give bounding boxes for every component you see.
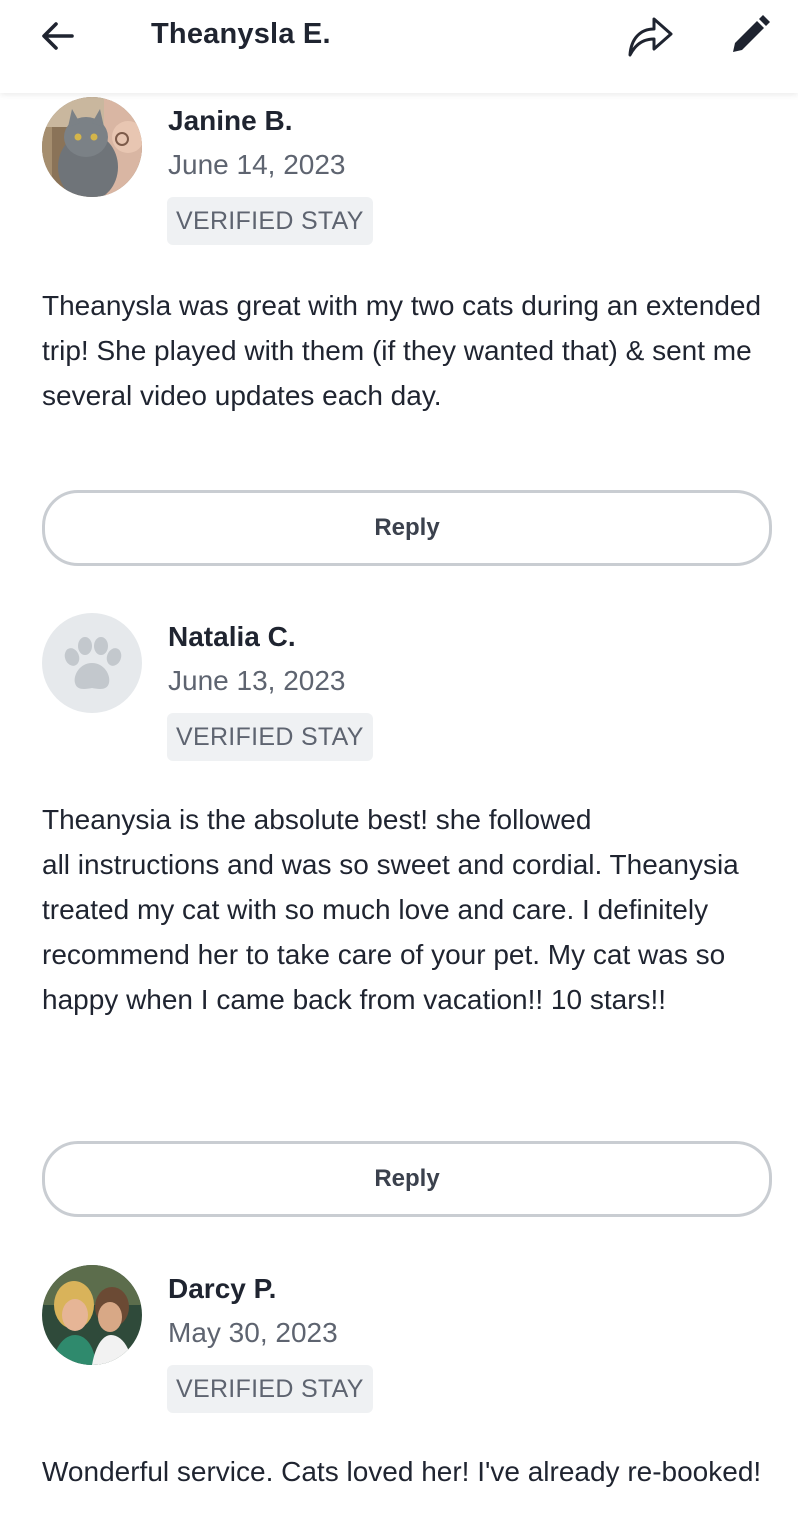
back-button[interactable] bbox=[36, 16, 80, 56]
arrow-left-icon bbox=[42, 22, 74, 50]
pencil-icon bbox=[733, 15, 770, 52]
paw-icon bbox=[64, 637, 122, 689]
review-card: Natalia C. June 13, 2023 VERIFIED STAY T… bbox=[0, 613, 798, 1223]
review-card: Darcy P. May 30, 2023 VERIFIED STAY Wond… bbox=[0, 1265, 798, 1536]
review-date: June 14, 2023 bbox=[168, 149, 346, 180]
top-app-bar: Theanysla E. bbox=[0, 0, 798, 93]
avatar bbox=[42, 613, 142, 713]
review-text: Theanysla was great with my two cats dur… bbox=[42, 290, 762, 411]
avatar bbox=[42, 1265, 142, 1365]
verified-stay-badge: VERIFIED STAY bbox=[167, 713, 373, 761]
reviewer-name: Janine B. bbox=[168, 105, 293, 136]
verified-stay-badge: VERIFIED STAY bbox=[167, 197, 373, 245]
share-icon bbox=[628, 17, 673, 57]
edit-button[interactable] bbox=[726, 12, 774, 58]
share-button[interactable] bbox=[622, 10, 678, 60]
review-date: June 13, 2023 bbox=[168, 665, 346, 696]
avatar bbox=[42, 97, 142, 197]
review-card: Janine B. June 14, 2023 VERIFIED STAY Th… bbox=[0, 97, 798, 567]
reviewer-name: Natalia C. bbox=[168, 621, 296, 652]
verified-stay-badge: VERIFIED STAY bbox=[167, 1365, 373, 1413]
review-text: Wonderful service. Cats loved her! I've … bbox=[42, 1456, 762, 1487]
page-title: Theanysla E. bbox=[151, 18, 331, 50]
reviewer-name: Darcy P. bbox=[168, 1273, 277, 1304]
review-date: May 30, 2023 bbox=[168, 1317, 338, 1348]
reply-button[interactable]: Reply bbox=[42, 490, 772, 566]
reply-button[interactable]: Reply bbox=[42, 1141, 772, 1217]
review-text: Theanysia is the absolute best! she foll… bbox=[42, 804, 739, 1015]
